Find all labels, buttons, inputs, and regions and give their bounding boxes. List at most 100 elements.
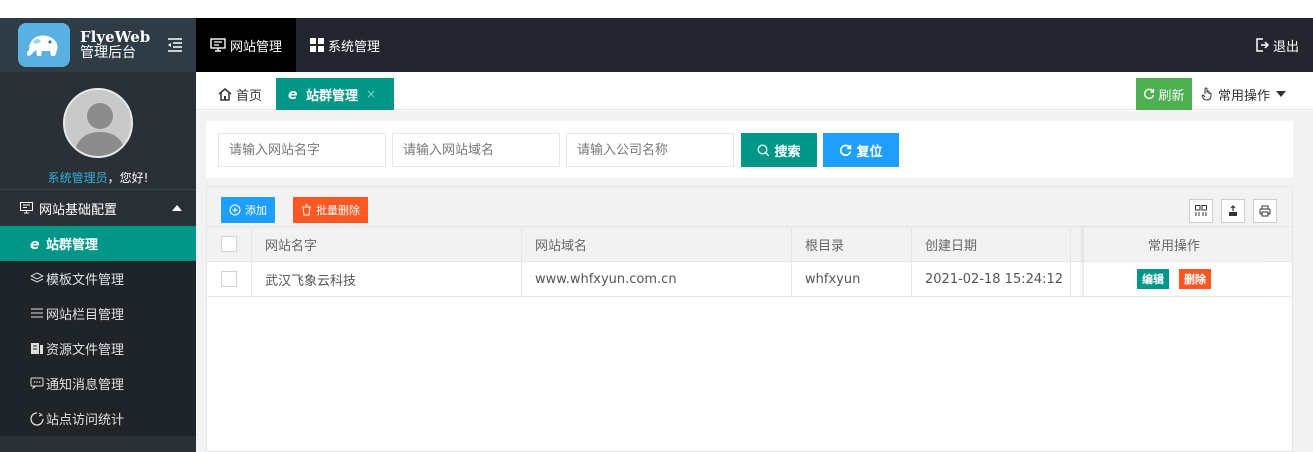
add-label: 添加: [245, 204, 267, 217]
refresh-icon: [839, 144, 852, 157]
logout-icon: [1255, 38, 1269, 52]
user-box: 系统管理员，您好!: [0, 72, 196, 190]
cell-root: whfxyun: [805, 271, 861, 287]
tab-home[interactable]: 首页: [206, 78, 274, 110]
svg-text:e: e: [30, 237, 40, 251]
admin-app: FlyeWeb 管理后台 网站管理 系统管理 退出 系统管理员，您好! 网站基础…: [0, 18, 1313, 452]
tab-close-icon[interactable]: ×: [366, 87, 376, 101]
elephant-logo-icon: [18, 23, 70, 67]
data-table-card: 添加 批量删除 网站名字 网站域名 根目录 创建日期 常用操作 武汉飞象云科技 …: [206, 186, 1293, 452]
stats-icon: [30, 412, 44, 426]
sidebar-item-columns[interactable]: 网站栏目管理: [0, 296, 196, 331]
sidebar-fold-icon[interactable]: [166, 36, 184, 54]
search-label: 搜索: [774, 144, 801, 160]
user-role[interactable]: 系统管理员: [48, 171, 108, 185]
tab-bar: 首页 e 站群管理 × 刷新 常用操作: [196, 72, 1313, 110]
plus-circle-icon: [229, 204, 241, 216]
table-toolbar: 添加 批量删除: [207, 187, 1292, 227]
site-domain-input[interactable]: [392, 133, 560, 167]
layers-icon: [30, 272, 44, 284]
caret-up-icon: [172, 205, 182, 211]
sidebar-item-label: 模板文件管理: [46, 273, 125, 288]
sidebar-item-template-files[interactable]: 模板文件管理: [0, 261, 196, 296]
search-button[interactable]: 搜索: [741, 133, 817, 167]
col-header-site-name[interactable]: 网站名字: [265, 227, 317, 261]
menu-group-label: 网站基础配置: [39, 202, 118, 218]
svg-text:e: e: [288, 87, 298, 101]
columns-filter-icon[interactable]: [1189, 199, 1213, 223]
list-icon: [30, 307, 44, 319]
trash-icon: [301, 204, 312, 216]
reset-button[interactable]: 复位: [823, 133, 899, 167]
topnav-system-manage[interactable]: 系统管理: [296, 18, 394, 72]
col-header-created[interactable]: 创建日期: [925, 227, 977, 261]
col-header-domain[interactable]: 网站域名: [535, 227, 587, 261]
batch-delete-label: 批量删除: [316, 204, 360, 217]
grid-icon: [310, 38, 325, 52]
common-ops-label: 常用操作: [1218, 88, 1271, 104]
monitor-icon: [210, 38, 226, 52]
top-nav: 网站管理 系统管理: [196, 18, 394, 72]
reset-label: 复位: [856, 144, 883, 160]
message-icon: [30, 377, 44, 389]
tab-site-label: 站群管理: [306, 88, 359, 104]
site-table: 网站名字 网站域名 根目录 创建日期 常用操作 武汉飞象云科技 www.whfx…: [207, 227, 1292, 297]
sidebar-item-label: 站点访问统计: [46, 413, 125, 428]
main-content: 搜索 复位 添加 批量删除: [196, 111, 1313, 452]
sidebar-item-notifications[interactable]: 通知消息管理: [0, 366, 196, 401]
select-all-checkbox[interactable]: [221, 227, 237, 261]
col-header-ops-container: 常用操作: [1083, 227, 1263, 262]
top-header: FlyeWeb 管理后台 网站管理 系统管理 退出: [0, 18, 1313, 72]
delete-button[interactable]: 删除: [1179, 269, 1211, 289]
common-ops-dropdown[interactable]: 常用操作: [1200, 78, 1287, 110]
add-button[interactable]: 添加: [221, 197, 275, 223]
topnav-website-manage[interactable]: 网站管理: [196, 18, 297, 72]
sidebar-item-site-group[interactable]: e 站群管理: [0, 226, 196, 261]
sidebar-item-label: 通知消息管理: [46, 378, 125, 393]
topnav-label: 网站管理: [230, 39, 283, 55]
refresh-button[interactable]: 刷新: [1136, 78, 1192, 110]
file-icon: [30, 342, 44, 355]
ie-icon: e: [288, 87, 302, 101]
export-icon[interactable]: [1221, 199, 1245, 223]
print-icon[interactable]: [1253, 199, 1277, 223]
col-header-ops: 常用操作: [1147, 238, 1200, 254]
logout-label: 退出: [1272, 39, 1299, 55]
table-row[interactable]: 武汉飞象云科技 www.whfxyun.com.cn whfxyun 2021-…: [207, 262, 1292, 297]
avatar[interactable]: [63, 88, 133, 158]
menu-group-website-config[interactable]: 网站基础配置: [0, 190, 196, 226]
logo-title: FlyeWeb: [80, 28, 151, 47]
batch-delete-button[interactable]: 批量删除: [293, 197, 368, 223]
cell-domain: www.whfxyun.com.cn: [535, 271, 677, 287]
sidebar-item-resource-files[interactable]: 资源文件管理: [0, 331, 196, 366]
cell-created: 2021-02-18 15:24:12: [925, 271, 1064, 287]
search-form: 搜索 复位: [206, 121, 1293, 178]
caret-down-icon: [1276, 91, 1287, 97]
hand-pointer-icon: [1200, 87, 1214, 101]
sidebar-item-visit-stats[interactable]: 站点访问统计: [0, 401, 196, 436]
sidebar: 系统管理员，您好! 网站基础配置 e 站群管理 模板文件管理 网站栏目管理 资源…: [0, 72, 196, 452]
sidebar-item-label: 网站栏目管理: [46, 308, 125, 323]
cell-site-name: 武汉飞象云科技: [265, 273, 357, 289]
refresh-icon: [1143, 88, 1155, 100]
topnav-label: 系统管理: [328, 39, 381, 55]
company-name-input[interactable]: [566, 133, 734, 167]
search-icon: [757, 144, 770, 157]
tab-site-group[interactable]: e 站群管理 ×: [276, 78, 394, 110]
table-header-row: 网站名字 网站域名 根目录 创建日期 常用操作: [207, 227, 1292, 262]
home-icon: [218, 87, 232, 101]
row-checkbox[interactable]: [221, 262, 237, 296]
sidebar-item-label: 站群管理: [46, 238, 99, 253]
refresh-label: 刷新: [1158, 88, 1185, 104]
monitor-icon: [20, 202, 33, 214]
user-greeting: 系统管理员，您好!: [0, 169, 196, 186]
ie-icon: e: [30, 237, 44, 251]
greeting-text: ，您好!: [107, 171, 149, 185]
tab-home-label: 首页: [236, 88, 263, 104]
logout-button[interactable]: 退出: [1255, 18, 1299, 72]
sidebar-item-label: 资源文件管理: [46, 343, 125, 358]
site-name-input[interactable]: [218, 133, 386, 167]
edit-button[interactable]: 编辑: [1137, 269, 1169, 289]
col-header-root[interactable]: 根目录: [805, 227, 844, 261]
row-ops-container: 编辑 删除: [1083, 262, 1263, 297]
